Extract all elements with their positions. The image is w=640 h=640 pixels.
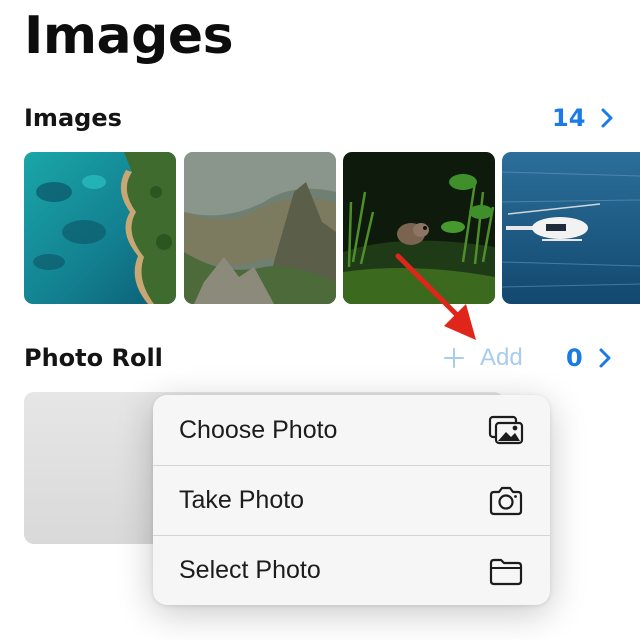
menu-item-label: Select Photo xyxy=(179,556,321,584)
images-count: 14 xyxy=(552,104,586,132)
menu-item-label: Choose Photo xyxy=(179,415,338,444)
thumbnail-mountain-valley[interactable] xyxy=(184,152,336,304)
folder-icon xyxy=(489,558,523,585)
menu-item-select-photo[interactable]: Select Photo xyxy=(153,535,550,605)
menu-item-label: Take Photo xyxy=(179,486,305,514)
images-section-title: Images xyxy=(24,104,122,132)
camera-icon xyxy=(489,486,523,515)
photo-gallery-icon xyxy=(488,415,524,445)
photo-roll-see-all-button[interactable]: 0 xyxy=(566,344,613,372)
thumbnail-helicopter-over-sea[interactable] xyxy=(502,152,640,304)
add-photo-menu: Choose Photo Take Photo Select Photo xyxy=(153,395,550,605)
photo-roll-section-title: Photo Roll xyxy=(24,344,163,372)
chevron-right-icon xyxy=(599,348,611,368)
menu-item-choose-photo[interactable]: Choose Photo xyxy=(153,395,550,465)
photo-roll-count: 0 xyxy=(566,344,583,372)
page-title: Images xyxy=(24,6,234,66)
arrow-annotation-icon xyxy=(395,253,476,340)
images-see-all-button[interactable]: 14 xyxy=(552,104,615,132)
thumbnail-aerial-coast[interactable] xyxy=(24,152,176,304)
plus-icon xyxy=(444,348,464,368)
menu-item-take-photo[interactable]: Take Photo xyxy=(153,465,550,535)
chevron-right-icon xyxy=(601,108,613,128)
